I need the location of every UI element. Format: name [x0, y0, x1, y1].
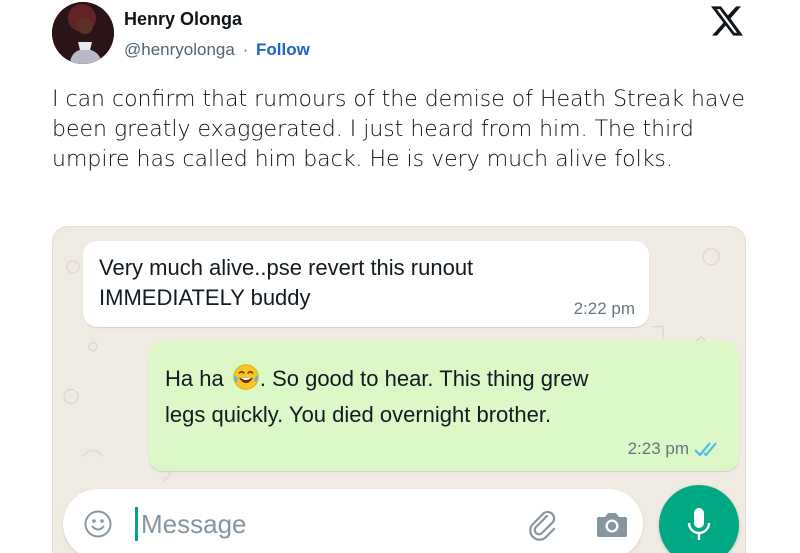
tweet-card: Henry Olonga @henryolonga · Follow I can…: [0, 0, 800, 553]
emoji-icon[interactable]: [83, 509, 113, 539]
sent-message-part: Ha ha: [165, 366, 224, 391]
received-message-bubble: Very much alive..pse revert this runout …: [83, 241, 649, 327]
sent-message-text: Ha ha . So good to hear. This thing grew…: [165, 361, 705, 433]
received-message-line: Very much alive..pse revert this runout: [99, 255, 474, 280]
message-input-bar[interactable]: Message: [63, 489, 643, 553]
received-message-text: Very much alive..pse revert this runout …: [99, 253, 473, 313]
received-message-line: IMMEDIATELY buddy: [99, 285, 311, 310]
author-handle[interactable]: @henryolonga: [124, 40, 235, 59]
attach-icon[interactable]: [525, 507, 559, 541]
text-caret: [135, 507, 138, 541]
sent-message-part: . So good to hear. This thing grew: [259, 366, 589, 391]
laughing-tears-emoji-icon: [233, 364, 259, 390]
double-check-icon: [694, 442, 717, 457]
sent-message-line: Ha ha . So good to hear. This thing grew: [165, 361, 705, 397]
separator-dot: ·: [242, 40, 249, 59]
sent-message-time: 2:23 pm: [627, 439, 689, 458]
avatar[interactable]: [52, 2, 114, 64]
follow-button[interactable]: Follow: [256, 40, 310, 59]
x-logo-icon[interactable]: [711, 6, 743, 36]
microphone-icon: [687, 508, 711, 540]
whatsapp-screenshot: Very much alive..pse revert this runout …: [52, 226, 746, 553]
avatar-photo: [52, 2, 114, 64]
sent-message-line: legs quickly. You died overnight brother…: [165, 402, 552, 427]
message-input[interactable]: Message: [141, 507, 247, 541]
author-name[interactable]: Henry Olonga: [124, 9, 242, 30]
camera-icon[interactable]: [595, 509, 629, 539]
received-message-time: 2:22 pm: [573, 299, 635, 318]
sent-message-bubble: Ha ha . So good to hear. This thing grew…: [149, 341, 739, 471]
author-handle-line: @henryolonga · Follow: [124, 40, 310, 60]
tweet-text: I can confirm that rumours of the demise…: [52, 87, 745, 172]
